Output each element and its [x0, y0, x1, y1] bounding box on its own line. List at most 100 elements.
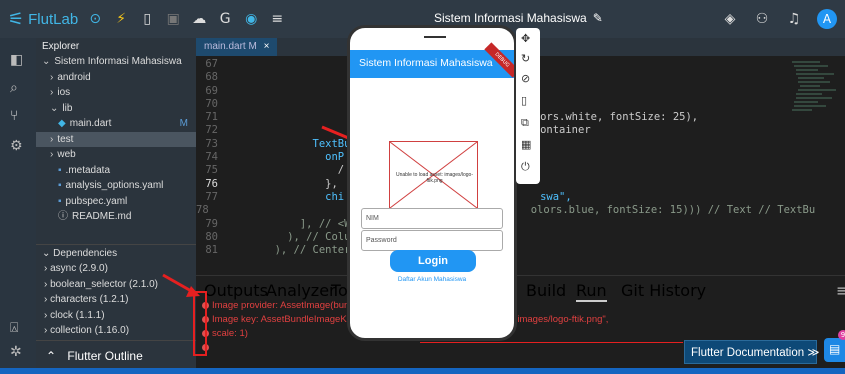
code-text: /: [224, 164, 345, 177]
chat-icon: ▤: [829, 342, 841, 356]
layers-icon[interactable]: ◈: [721, 11, 739, 27]
google-icon[interactable]: G: [216, 11, 234, 27]
dependency-label: async (2.9.0): [50, 263, 108, 274]
activity-bar: ◧ ⌕ ⑂ ⚙ ⍓ ✲: [0, 38, 36, 368]
tree-item[interactable]: ◆ main.dart M: [36, 116, 196, 132]
firebase-icon[interactable]: ◉: [242, 11, 260, 27]
tree-item-label: README.md: [72, 211, 132, 222]
tree-item[interactable]: ▪ .metadata: [36, 163, 196, 179]
broken-image-placeholder: Unable to load asset: images/logo-ftik.p…: [389, 141, 478, 209]
tree-item-label: pubspec.yaml: [65, 195, 128, 207]
tree-item-icon: ▪: [58, 164, 62, 176]
qr-icon[interactable]: ▦: [521, 138, 531, 151]
error-text: Image provider: AssetImage(bundle: [212, 300, 362, 311]
cloud-icon[interactable]: ☁: [190, 11, 208, 27]
external-icon[interactable]: ⧉: [521, 116, 529, 130]
source-control-icon[interactable]: ⑂: [10, 108, 18, 124]
disable-icon[interactable]: ⊘: [521, 72, 530, 85]
tree-item[interactable]: ⌄ Sistem Informasi Mahasiswa: [36, 54, 196, 70]
tab-analyzer[interactable]: Analyzer: [266, 281, 336, 300]
tab-label: main.dart M: [204, 41, 257, 52]
flutlab-logo[interactable]: ⚟ FlutLab: [8, 9, 78, 30]
highlight-box: [193, 291, 207, 356]
settings-icon[interactable]: ⚙: [10, 138, 23, 154]
tree-item-label: web: [57, 149, 76, 160]
login-button[interactable]: Login: [390, 250, 476, 272]
tab-build[interactable]: Build: [526, 281, 566, 300]
tree-item[interactable]: › android: [36, 70, 196, 86]
bell-icon[interactable]: ♫: [785, 11, 803, 27]
dependency-item[interactable]: › boolean_selector (2.1.0): [36, 277, 196, 293]
nim-field[interactable]: NIM: [361, 208, 503, 229]
code-text: ), // Center: [224, 244, 351, 257]
dependency-item[interactable]: › async (2.9.0): [36, 261, 196, 277]
files-icon[interactable]: ◧: [10, 52, 23, 68]
tree-item-icon: ›: [50, 149, 54, 160]
line-number: 75: [205, 164, 218, 177]
tree-item-icon: ›: [50, 133, 54, 145]
dependency-item[interactable]: › clock (1.1.1): [36, 308, 196, 324]
dependencies-heading-text: Dependencies: [53, 248, 118, 259]
tree-item[interactable]: › web: [36, 147, 196, 163]
move-icon[interactable]: ✥: [521, 32, 530, 45]
line-number: 78: [196, 204, 209, 217]
flutter-outline-toggle[interactable]: ⌃ Flutter Outline: [36, 340, 196, 368]
password-field[interactable]: Password: [361, 230, 503, 251]
dependency-list: › async (2.9.0) › boolean_selector (2.1.0…: [36, 261, 196, 339]
dependency-label: characters (1.2.1): [50, 294, 129, 305]
edit-pencil-icon[interactable]: ✎: [593, 11, 603, 25]
close-icon[interactable]: ×: [264, 41, 270, 52]
tree-item-icon: ◆: [58, 118, 66, 129]
app-title: Sistem Informasi Mahasiswa: [359, 57, 493, 69]
line-number: 69: [205, 84, 218, 97]
project-title-text: Sistem Informasi Mahasiswa: [434, 11, 587, 25]
run-icon[interactable]: ⊙: [86, 11, 104, 27]
line-number: 80: [205, 230, 218, 243]
tree-item[interactable]: ⌄ lib: [36, 101, 196, 117]
tab-main-dart[interactable]: main.dart M ×: [196, 38, 278, 56]
hot-reload-icon[interactable]: ⚡: [112, 11, 130, 27]
dependencies-heading[interactable]: ⌄ Dependencies: [36, 245, 196, 261]
power-icon[interactable]: ⏻: [521, 160, 530, 174]
tab-git-history[interactable]: Git History: [621, 281, 706, 300]
screenshot-icon[interactable]: ▯: [521, 94, 527, 107]
code-text: },: [224, 177, 338, 190]
emulator-toolbar: ✥ ↻ ⊘ ▯ ⧉ ▦ ⏻: [516, 28, 540, 184]
outline-label: Flutter Outline: [67, 349, 143, 363]
dependency-item[interactable]: › collection (1.16.0): [36, 323, 196, 339]
register-link[interactable]: Daftar Akun Mahasiswa: [350, 276, 514, 283]
flutter-logo-icon: ⚟: [8, 8, 25, 30]
tree-item[interactable]: ⓘ README.md: [36, 209, 196, 225]
line-number: 79: [205, 217, 218, 230]
error-text: Image key: AssetBundleImageKey(b: [212, 314, 366, 325]
tree-item[interactable]: ▪ analysis_options.yaml: [36, 178, 196, 194]
bug-icon[interactable]: ✲: [10, 344, 22, 360]
rotate-icon[interactable]: ↻: [521, 52, 530, 65]
minimap[interactable]: [790, 58, 840, 138]
menu-icon[interactable]: ≡: [268, 11, 286, 27]
tab-run[interactable]: Run: [576, 281, 607, 302]
dependency-item[interactable]: › characters (1.2.1): [36, 292, 196, 308]
tab-outputs[interactable]: Outputs: [204, 281, 268, 300]
error-underline: [420, 342, 683, 343]
tree-item[interactable]: › test: [36, 131, 196, 147]
tree-item-icon: ⓘ: [58, 211, 68, 222]
tree-item[interactable]: ▪ pubspec.yaml: [36, 194, 196, 210]
phone-emulator[interactable]: Sistem Informasi Mahasiswa DEBUG Unable …: [347, 25, 517, 341]
device-icon[interactable]: ▯: [138, 11, 156, 27]
chat-button[interactable]: ▤: [824, 338, 845, 362]
flutter-documentation-button[interactable]: Flutter Documentation ≫: [684, 340, 819, 364]
save-icon[interactable]: ▣: [164, 11, 182, 27]
tree-item[interactable]: › ios: [36, 85, 196, 101]
error-line: Image key: AssetBundleImageKey(b: [202, 314, 366, 325]
avatar[interactable]: A: [817, 9, 837, 29]
add-user-icon[interactable]: ⚇: [753, 11, 771, 27]
tree-item-icon: ▪: [58, 195, 62, 207]
search-icon[interactable]: ⌕: [10, 80, 18, 96]
code-text: ), // Colu: [224, 230, 351, 243]
tree-item-icon: ›: [50, 71, 54, 83]
profile-icon[interactable]: ⍓: [10, 320, 18, 336]
error-tail: "images/logo-ftik.png",: [514, 314, 609, 325]
more-icon[interactable]: ≡: [836, 281, 845, 300]
line-number: 68: [205, 71, 218, 84]
